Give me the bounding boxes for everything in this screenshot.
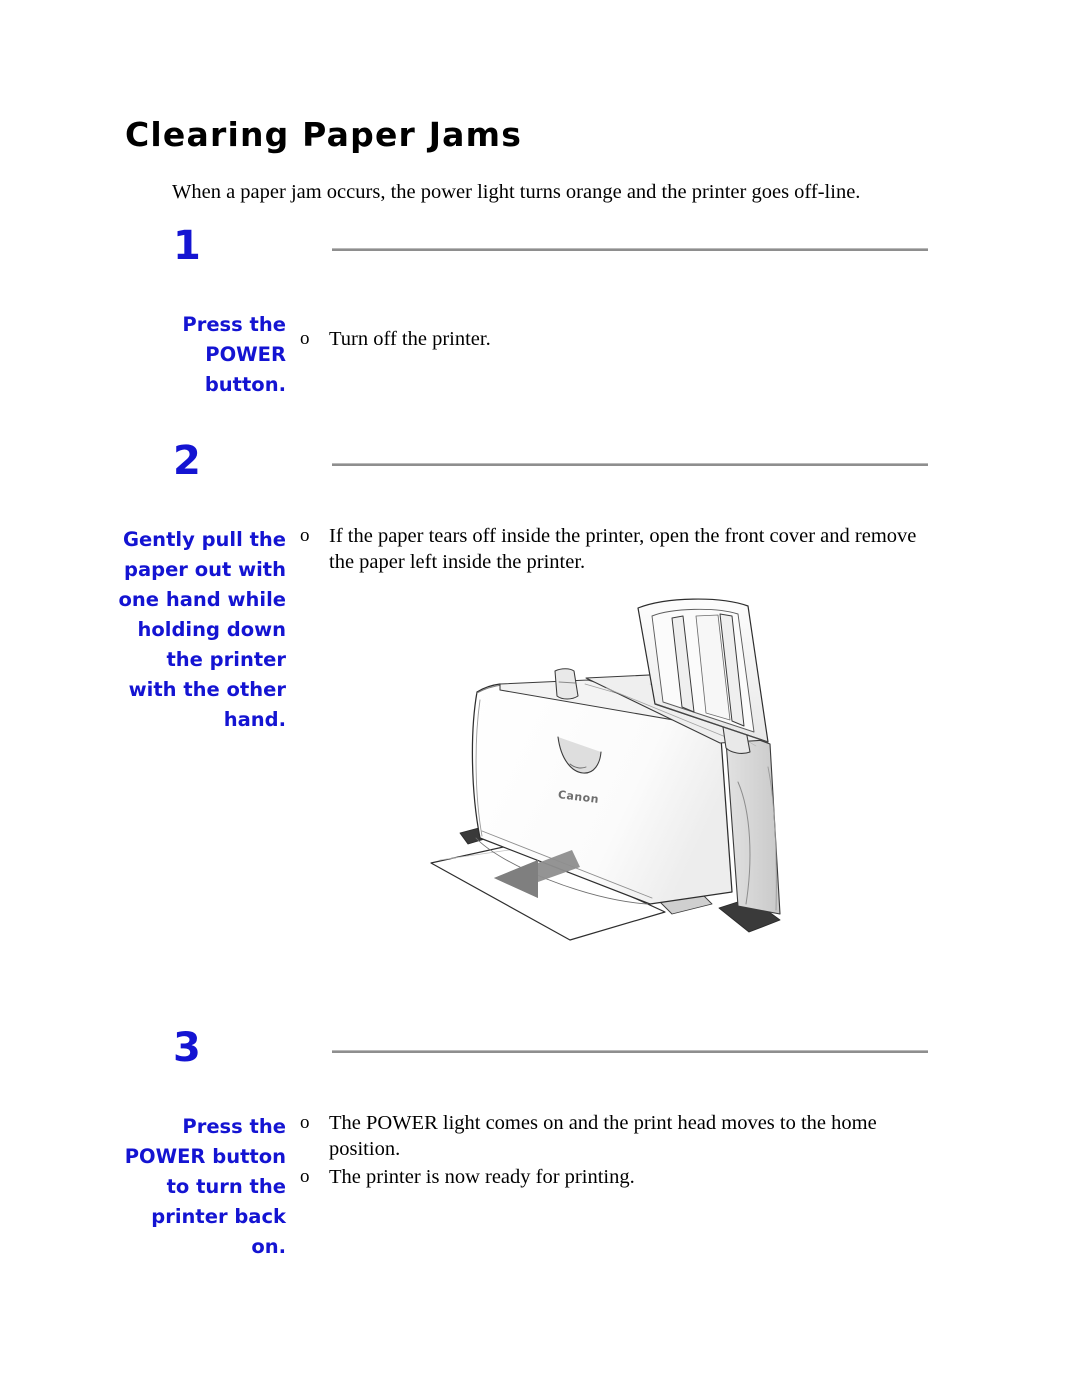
page-title: Clearing Paper Jams bbox=[125, 115, 523, 155]
step-3-label: Press the POWER button to turn the print… bbox=[124, 1115, 286, 1258]
list-item: o If the paper tears off inside the prin… bbox=[296, 523, 946, 575]
step-3-number: 3 bbox=[173, 1025, 201, 1071]
document-page: Clearing Paper Jams When a paper jam occ… bbox=[0, 0, 1080, 1397]
step-2-label: Gently pull the paper out with one hand … bbox=[118, 528, 286, 731]
step-1-label: Press the POWER button. bbox=[182, 313, 286, 396]
step-2-body: o If the paper tears off inside the prin… bbox=[296, 523, 946, 577]
list-item-text: If the paper tears off inside the printe… bbox=[329, 525, 917, 573]
bullet-icon: o bbox=[300, 1166, 310, 1187]
bullet-icon: o bbox=[300, 525, 310, 546]
step-1-body: o Turn off the printer. bbox=[296, 326, 946, 354]
step-1-divider bbox=[332, 248, 928, 251]
intro-paragraph: When a paper jam occurs, the power light… bbox=[172, 180, 861, 203]
list-item-text: The POWER light comes on and the print h… bbox=[329, 1112, 877, 1160]
list-item-text: The printer is now ready for printing. bbox=[329, 1166, 635, 1188]
list-item: o The POWER light comes on and the print… bbox=[296, 1110, 946, 1162]
step-1-number: 1 bbox=[173, 223, 201, 269]
list-item: o Turn off the printer. bbox=[296, 326, 946, 352]
step-2-number: 2 bbox=[173, 438, 201, 484]
list-item: o The printer is now ready for printing. bbox=[296, 1164, 946, 1190]
list-item-text: Turn off the printer. bbox=[329, 328, 491, 350]
bullet-icon: o bbox=[300, 328, 310, 349]
step-3-body: o The POWER light comes on and the print… bbox=[296, 1110, 946, 1192]
printer-paper-jam-illustration: Canon bbox=[420, 592, 820, 972]
step-3-divider bbox=[332, 1050, 928, 1053]
step-2-divider bbox=[332, 463, 928, 466]
bullet-icon: o bbox=[300, 1112, 310, 1133]
